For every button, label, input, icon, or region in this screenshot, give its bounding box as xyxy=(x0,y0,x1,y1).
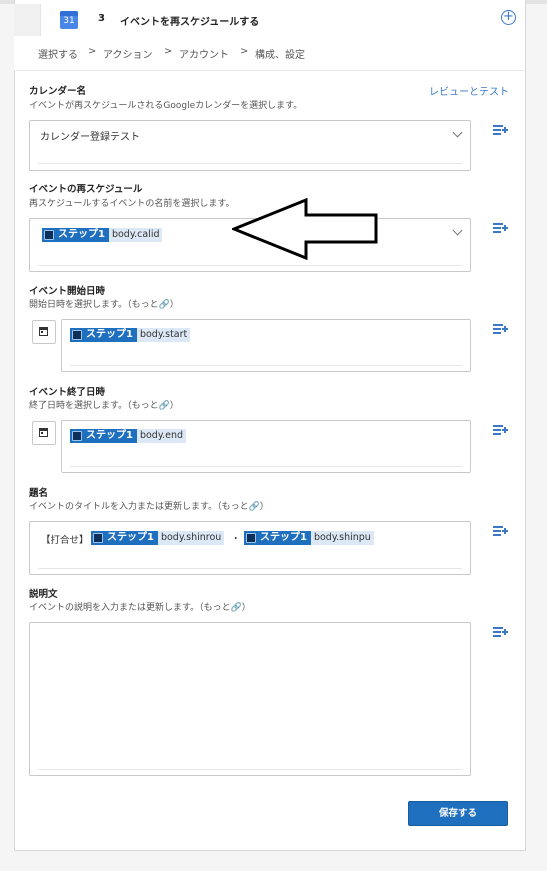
reschedule-label: イベントの再スケジュール xyxy=(29,184,143,195)
calendar-icon: 31 xyxy=(60,11,78,29)
field-underline xyxy=(38,769,462,770)
field-underline xyxy=(38,568,462,569)
date-picker-icon[interactable] xyxy=(32,320,56,344)
description-textarea[interactable] xyxy=(29,622,471,776)
save-button[interactable]: 保存する xyxy=(408,801,508,826)
start-input[interactable]: ステップ1 body.start xyxy=(61,319,471,372)
variable-pill[interactable]: ステップ1 body.shinrou xyxy=(91,531,225,545)
step-pill: ステップ1 xyxy=(70,328,137,342)
calendar-desc: イベントが再スケジュールされるGoogleカレンダーを選択します。 xyxy=(29,101,303,111)
end-input[interactable]: ステップ1 body.end xyxy=(61,420,471,473)
insert-variable-icon[interactable] xyxy=(493,626,508,638)
variable-name: body.start xyxy=(136,328,191,342)
step-number: 3 xyxy=(98,13,105,24)
start-label: イベント開始日時 xyxy=(29,286,106,297)
date-picker-icon[interactable] xyxy=(32,421,56,445)
start-desc: 開始日時を選択します。（もっと🔗） xyxy=(29,300,179,310)
field-underline xyxy=(70,466,462,467)
breadcrumb-account[interactable]: アカウント xyxy=(179,46,229,61)
insert-variable-icon[interactable] xyxy=(493,424,508,436)
title-prefix: 【打合せ】 xyxy=(41,535,89,546)
step-pill: ステップ1 xyxy=(91,531,158,545)
end-desc: 終了日時を選択します。（もっと🔗） xyxy=(29,401,179,411)
chevron-down-icon[interactable] xyxy=(452,127,463,138)
step-icon xyxy=(246,533,256,543)
insert-variable-icon[interactable] xyxy=(493,222,508,234)
end-label: イベント終了日時 xyxy=(29,387,106,398)
step-icon xyxy=(72,431,82,441)
insert-variable-icon[interactable] xyxy=(493,525,508,537)
breadcrumb-action[interactable]: アクション xyxy=(103,46,153,61)
title-separator: ・ xyxy=(231,534,241,545)
insert-variable-icon[interactable] xyxy=(493,323,508,335)
step-pill: ステップ1 xyxy=(70,429,137,443)
arrow-annotation xyxy=(232,198,378,260)
description-label: 説明文 xyxy=(29,589,58,600)
reschedule-desc: 再スケジュールするイベントの名前を選択します。 xyxy=(29,199,235,209)
variable-name: body.shinpu xyxy=(310,531,374,545)
step-header[interactable]: 31 3 イベントを再スケジュールする + xyxy=(14,4,524,37)
variable-name: body.end xyxy=(136,429,187,443)
breadcrumb-select[interactable]: 選択する xyxy=(38,46,78,61)
breadcrumb-configure[interactable]: 構成、設定 xyxy=(255,46,305,61)
variable-pill[interactable]: ステップ1 body.shinpu xyxy=(244,531,374,545)
variable-name: body.shinrou xyxy=(157,531,225,545)
step-icon xyxy=(72,330,82,340)
field-underline xyxy=(70,365,462,366)
title-label: 題名 xyxy=(29,488,49,499)
review-test-link[interactable]: レビューとテスト xyxy=(429,83,509,98)
breadcrumb-separator: > xyxy=(88,46,97,57)
breadcrumb: 選択する > アクション > アカウント > 構成、設定 xyxy=(14,36,524,71)
title-desc: イベントのタイトルを入力または更新します。（もっと🔗） xyxy=(29,502,269,512)
field-underline xyxy=(38,265,462,266)
breadcrumb-separator: > xyxy=(164,46,173,57)
breadcrumb-separator: > xyxy=(240,46,249,57)
step-pill: ステップ1 xyxy=(244,531,311,545)
field-underline xyxy=(38,163,462,164)
calendar-label: カレンダー名 xyxy=(29,86,87,97)
variable-name: body.calid xyxy=(108,228,163,242)
variable-pill[interactable]: ステップ1 body.start xyxy=(70,328,191,342)
step-pill: ステップ1 xyxy=(42,228,109,242)
add-circle-icon[interactable]: + xyxy=(501,10,516,25)
calendar-value: カレンダー登録テスト xyxy=(40,132,140,143)
variable-pill[interactable]: ステップ1 body.end xyxy=(70,429,187,443)
chevron-down-icon[interactable] xyxy=(452,225,463,236)
insert-variable-icon[interactable] xyxy=(493,124,508,136)
step-icon xyxy=(93,533,103,543)
title-input[interactable]: 【打合せ】 ステップ1 body.shinrou ・ ステップ1 body.sh… xyxy=(29,521,471,575)
step-title: イベントを再スケジュールする xyxy=(120,17,260,28)
calendar-select[interactable]: カレンダー登録テスト xyxy=(29,120,471,171)
description-desc: イベントの説明を入力または更新します。（もっと🔗） xyxy=(29,603,251,613)
variable-pill[interactable]: ステップ1 body.calid xyxy=(42,228,163,242)
step-gutter xyxy=(14,4,41,36)
step-icon xyxy=(44,230,54,240)
